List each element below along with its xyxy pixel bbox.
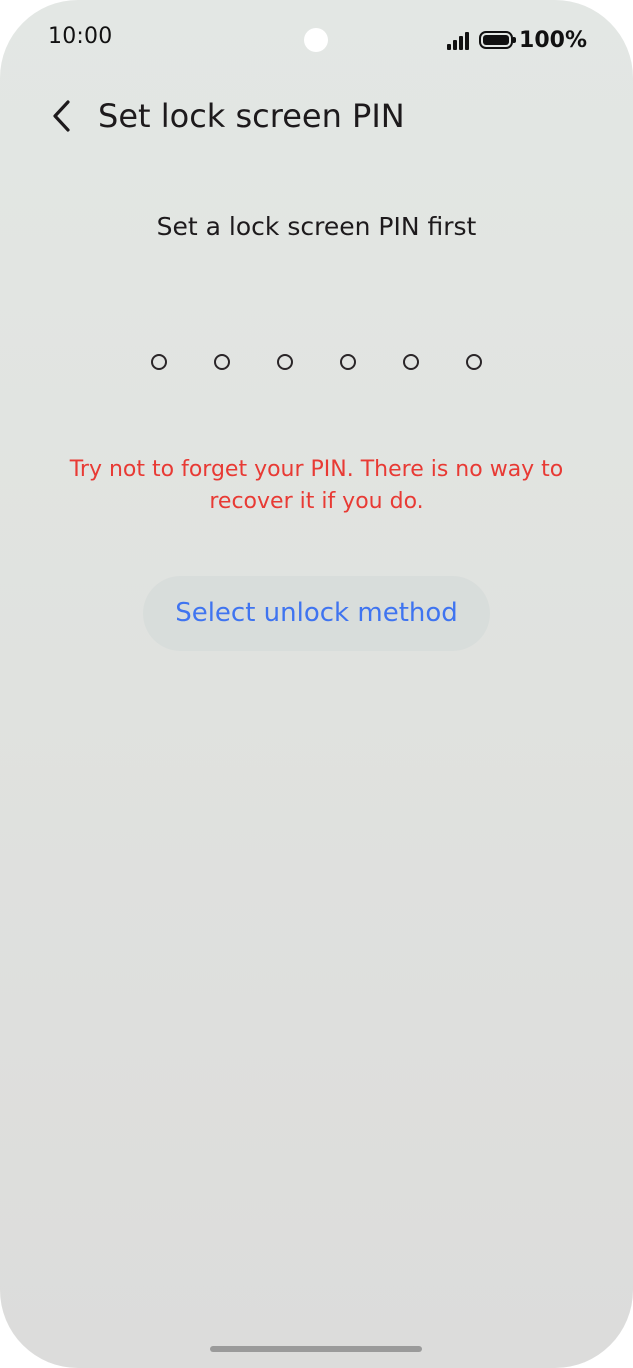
pin-dot (340, 354, 356, 370)
pin-dot (151, 354, 167, 370)
chevron-left-icon (53, 100, 70, 132)
status-icons: 100% (447, 24, 587, 56)
pin-dot (277, 354, 293, 370)
battery-percent: 100% (519, 27, 587, 53)
pin-dot (214, 354, 230, 370)
pin-dot (466, 354, 482, 370)
warning-message: Try not to forget your PIN. There is no … (69, 457, 564, 514)
back-button[interactable] (40, 94, 84, 138)
front-camera (304, 28, 328, 52)
battery-full-icon (479, 31, 517, 49)
pin-dot (403, 354, 419, 370)
pin-prompt: Set a lock screen PIN first (156, 212, 477, 241)
home-indicator[interactable] (210, 1346, 422, 1352)
page-title: Set lock screen PIN (98, 97, 405, 135)
status-time: 10:00 (48, 24, 113, 49)
pin-entry-indicator (0, 354, 633, 370)
signal-icon (447, 30, 471, 50)
phone-screen: 10:00 100% Set lock screen PIN Set a loc… (0, 0, 633, 1368)
select-unlock-method-button[interactable]: Select unlock method (143, 576, 490, 651)
